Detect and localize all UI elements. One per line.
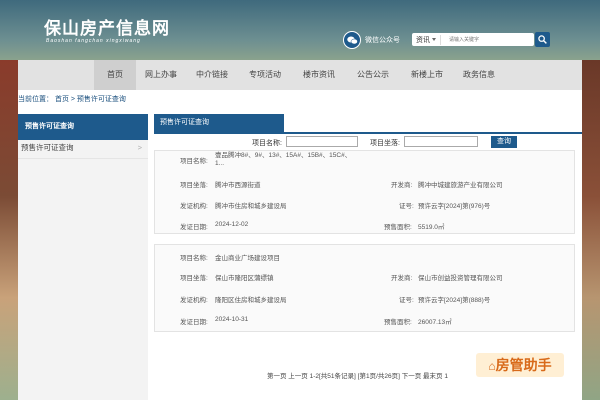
record-authority: 腾冲市住房和城乡建设局: [215, 203, 287, 210]
sidebar-item-label: 预售许可证查询: [21, 143, 74, 152]
wechat-icon[interactable]: [343, 31, 361, 49]
record-location: 保山市隆阳区蒲缥镇: [215, 275, 274, 282]
pagination[interactable]: 第一页 上一页 1-2[共51条记录] [第1页/共26页] 下一页 最末页 1: [267, 370, 448, 380]
breadcrumb-text[interactable]: 当前位置： 首页 > 预售许可证查询: [18, 96, 126, 103]
logo-title: 保山房产信息网: [44, 19, 170, 38]
record-date: 2024-10-31: [215, 316, 249, 323]
record-name[interactable]: 金山商业广场建设项目: [215, 252, 280, 262]
background-left-building: [0, 60, 18, 400]
nav-item-home[interactable]: 首页: [94, 60, 136, 90]
record-date-label: 发证日期:: [180, 319, 208, 326]
filter-bar: 项目名称: 项目坐落: 查询: [154, 135, 582, 151]
record-area-label: 预售面积:: [384, 319, 412, 326]
nav-item-new-listings[interactable]: 新楼上市: [404, 60, 450, 90]
project-name-input[interactable]: [286, 136, 358, 147]
watermark: ⌂房管助手: [476, 353, 564, 377]
house-icon: ⌂: [488, 359, 496, 373]
chevron-right-icon: >: [137, 143, 142, 152]
breadcrumb: 当前位置： 首页 > 预售许可证查询: [18, 90, 582, 108]
project-name-label: 项目名称:: [252, 140, 282, 147]
record-authority-label: 发证机构:: [180, 297, 208, 304]
nav-item-market-news[interactable]: 楼市资讯: [296, 60, 342, 90]
record-cert: 预许云字[2024]第(976)号: [418, 203, 491, 210]
nav-item-online-services[interactable]: 网上办事: [136, 60, 186, 90]
project-location-input[interactable]: [404, 136, 478, 147]
search-input[interactable]: [441, 35, 521, 44]
record-name[interactable]: 壹品腾冲8#、9#、13#、15A#、15B#、15C#、1...: [215, 152, 355, 168]
record-area: 26007.13㎡: [418, 319, 452, 326]
record-card: 项目名称: 金山商业广场建设项目 项目坐落: 保山市隆阳区蒲缥镇 开发商: 保山…: [154, 244, 575, 332]
nav-item-special-events[interactable]: 专项活动: [242, 60, 288, 90]
record-name-label: 项目名称:: [180, 158, 208, 165]
record-date-label: 发证日期:: [180, 224, 208, 231]
search-icon: [538, 35, 547, 44]
search-type-select[interactable]: 资讯: [412, 34, 441, 45]
record-cert: 预许云字[2024]第(888)号: [418, 297, 491, 304]
search-box: 资讯: [412, 33, 534, 46]
record-developer-label: 开发商:: [391, 182, 413, 189]
search-button[interactable]: [535, 32, 550, 47]
sidebar-item-presale-permit[interactable]: 预售许可证查询 >: [18, 137, 148, 159]
record-cert-label: 证号:: [399, 297, 414, 304]
record-name-label: 项目名称:: [180, 255, 208, 262]
site-logo[interactable]: 保山房产信息网 Baoshan fangchan xingxiwang: [44, 19, 170, 45]
record-developer: 腾冲中城建旅游产业有限公司: [418, 182, 503, 189]
record-location: 腾冲市西源街道: [215, 182, 261, 189]
record-location-label: 项目坐落:: [180, 275, 208, 282]
wechat-glyph: [346, 36, 358, 44]
record-developer-label: 开发商:: [391, 275, 413, 282]
record-authority: 隆阳区住房和城乡建设局: [215, 297, 287, 304]
main-nav: 首页 网上办事 中介链接 专项活动 楼市资讯 公告公示 新楼上市 政务信息: [18, 60, 582, 90]
record-developer: 保山市创益投资管理有限公司: [418, 275, 503, 282]
nav-item-gov-info[interactable]: 政务信息: [456, 60, 502, 90]
nav-item-agency-links[interactable]: 中介链接: [190, 60, 234, 90]
record-cert-label: 证号:: [399, 203, 414, 210]
record-area: 5519.0㎡: [418, 224, 445, 231]
query-button[interactable]: 查询: [491, 136, 517, 148]
record-authority-label: 发证机构:: [180, 203, 208, 210]
background-right-building: [582, 60, 600, 400]
nav-item-announcements[interactable]: 公告公示: [350, 60, 396, 90]
main-tabbar: 预售许可证查询: [154, 114, 582, 134]
site-header: 保山房产信息网 Baoshan fangchan xingxiwang 微信公众…: [0, 0, 600, 60]
record-area-label: 预售面积:: [384, 224, 412, 231]
wechat-label[interactable]: 微信公众号: [365, 35, 400, 45]
record-location-label: 项目坐落:: [180, 182, 208, 189]
record-card: 项目名称: 壹品腾冲8#、9#、13#、15A#、15B#、15C#、1... …: [154, 150, 575, 234]
watermark-text: 房管助手: [495, 357, 552, 373]
project-location-label: 项目坐落:: [370, 140, 400, 147]
logo-subtitle: Baoshan fangchan xingxiwang: [46, 38, 141, 44]
record-date: 2024-12-02: [215, 221, 249, 228]
tab-presale-permit[interactable]: 预售许可证查询: [154, 114, 284, 132]
